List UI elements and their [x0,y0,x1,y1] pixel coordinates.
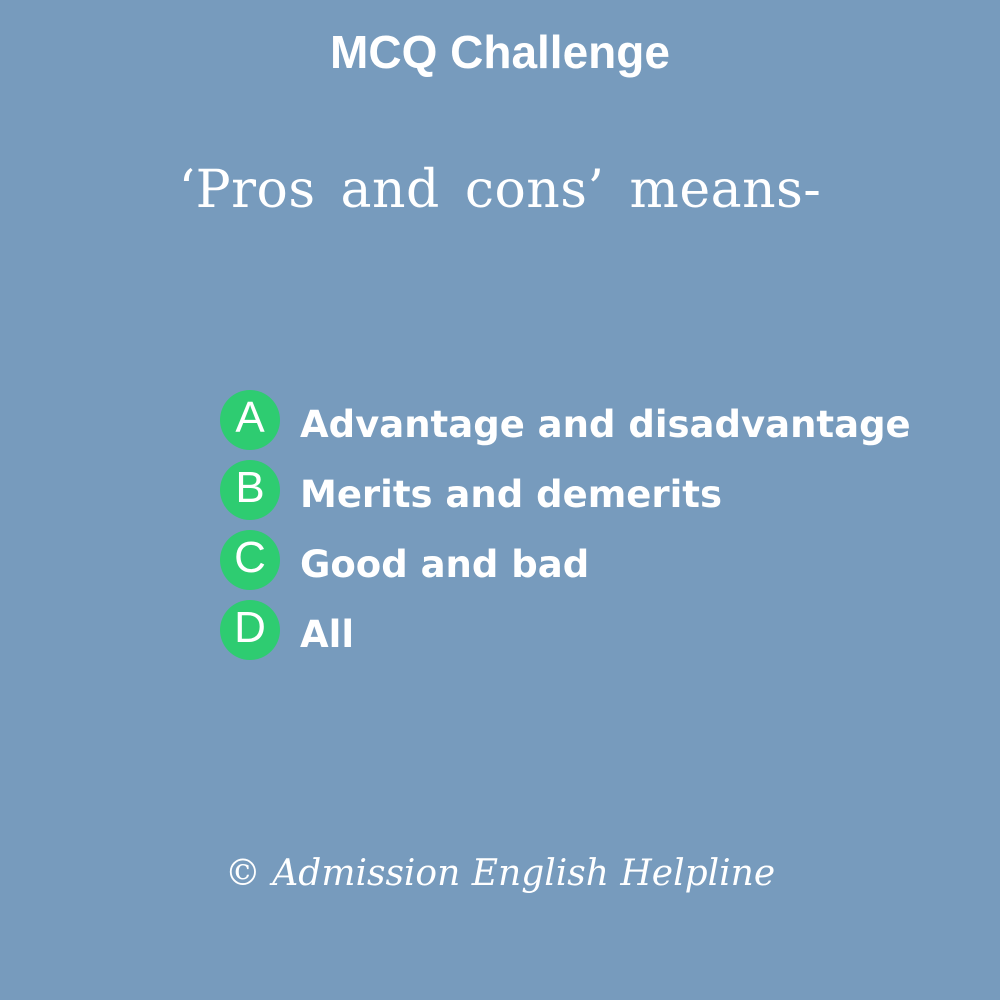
option-c[interactable]: C Good and bad [220,530,980,600]
option-d-badge: D [220,600,280,660]
options-list: A Advantage and disadvantage B Merits an… [220,390,980,670]
option-d-label: All [300,613,355,656]
option-b-label: Merits and demerits [300,473,722,516]
option-a-badge: A [220,390,280,450]
option-b[interactable]: B Merits and demerits [220,460,980,530]
option-b-badge: B [220,460,280,520]
option-c-label: Good and bad [300,543,590,586]
question-text: ‘Pros and cons’ means- [178,160,822,220]
option-a-label: Advantage and disadvantage [300,403,911,446]
option-c-badge: C [220,530,280,590]
option-a[interactable]: A Advantage and disadvantage [220,390,980,460]
option-d[interactable]: D All [220,600,980,670]
page-title: MCQ Challenge [330,26,670,78]
footer-credit: © Admission English Helpline [224,853,776,894]
